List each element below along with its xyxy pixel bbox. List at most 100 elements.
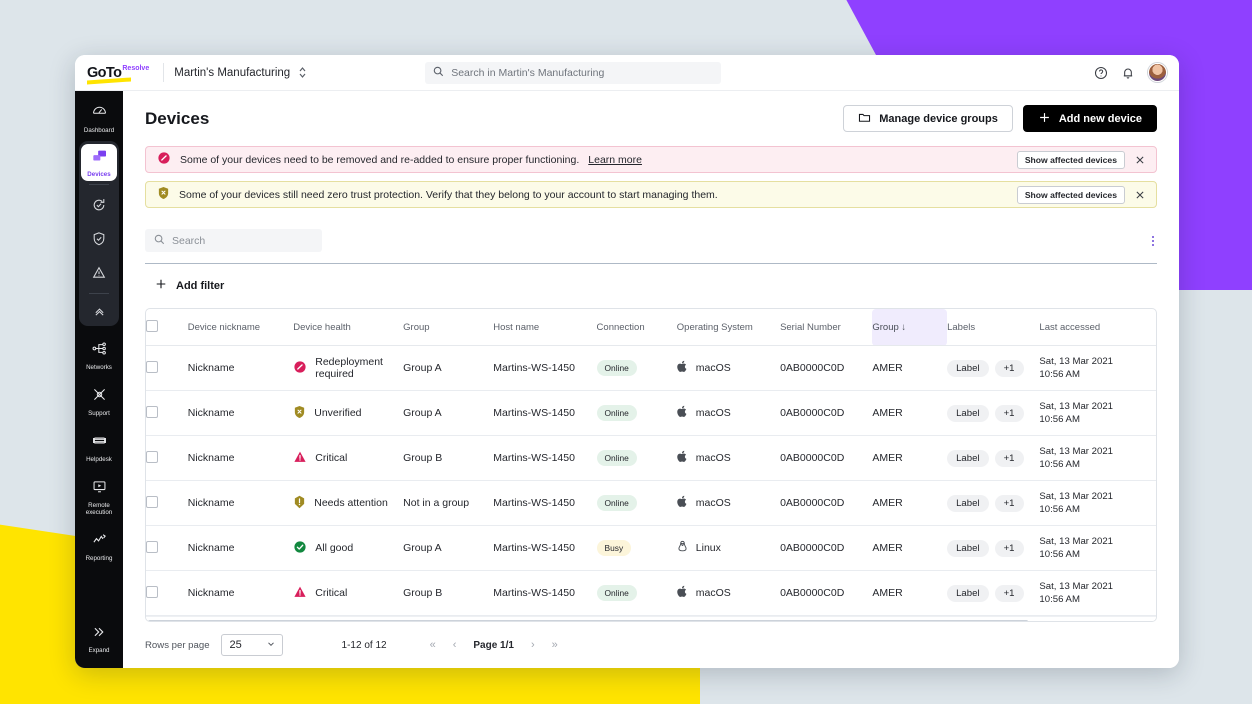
table-row[interactable]: NicknameNeeds attentionNot in a groupMar… — [146, 481, 1156, 526]
label-more-tag[interactable]: +1 — [995, 450, 1024, 467]
row-checkbox[interactable] — [146, 541, 158, 553]
column-header-last-accessed[interactable]: Last accessed — [1039, 309, 1156, 346]
last-accessed-time: 10:56 AM — [1039, 593, 1156, 606]
cell-labels: Label +1 — [947, 481, 1039, 526]
column-header-device-health[interactable]: Device health — [293, 309, 403, 346]
reporting-icon — [91, 531, 108, 553]
label-more-tag[interactable]: +1 — [995, 540, 1024, 557]
column-header-host-name[interactable]: Host name — [493, 309, 596, 346]
rows-per-page-select[interactable]: 25 — [221, 634, 283, 656]
column-header-group[interactable]: Group — [403, 309, 493, 346]
linux-icon — [677, 540, 688, 556]
table-row[interactable]: NicknameAll goodGroup AMartins-WS-1450Bu… — [146, 526, 1156, 571]
cell-group: Group B — [403, 436, 493, 481]
cell-operating-system: macOS — [677, 346, 780, 391]
row-checkbox[interactable] — [146, 361, 158, 373]
label-tag[interactable]: Label — [947, 450, 988, 467]
alert-zero-trust-show-affected-button[interactable]: Show affected devices — [1017, 186, 1125, 204]
table-row[interactable]: NicknameUnverifiedGroup AMartins-WS-1450… — [146, 391, 1156, 436]
notifications-bell-icon[interactable] — [1121, 66, 1135, 80]
help-icon[interactable] — [1094, 66, 1108, 80]
sidebar-item-devices[interactable]: Devices — [81, 144, 117, 181]
sidebar-item-support[interactable]: Support — [77, 381, 121, 421]
cell-connection: Online — [597, 571, 677, 616]
alert-triangle-icon[interactable] — [91, 256, 107, 290]
devices-table: Device nickname Device health Group Host… — [146, 309, 1156, 616]
operating-system-label: macOS — [696, 587, 731, 599]
select-all-checkbox[interactable] — [146, 320, 158, 332]
connection-status-badge: Online — [597, 495, 637, 511]
select-all-header — [146, 309, 188, 346]
alert-redeployment-close-icon[interactable] — [1135, 155, 1147, 165]
first-page-button[interactable]: « — [430, 639, 436, 651]
chevrons-up-icon[interactable] — [92, 297, 107, 321]
label-more-tag[interactable]: +1 — [995, 585, 1024, 602]
row-select-cell — [146, 391, 188, 436]
left-sidebar: Dashboard Devices — [75, 91, 123, 668]
connection-status-badge: Busy — [597, 540, 632, 556]
add-filter-button[interactable]: Add filter — [145, 264, 1157, 308]
cell-host-name: Martins-WS-1450 — [493, 391, 596, 436]
column-header-connection[interactable]: Connection — [597, 309, 677, 346]
label-more-tag[interactable]: +1 — [995, 405, 1024, 422]
alert-redeployment-show-affected-button[interactable]: Show affected devices — [1017, 151, 1125, 169]
cell-labels: Label +1 — [947, 436, 1039, 481]
cell-device-health: All good — [293, 526, 403, 571]
device-health-label: Needs attention — [314, 497, 388, 509]
add-new-device-button[interactable]: Add new device — [1023, 105, 1157, 132]
sidebar-item-remote-execution[interactable]: Remote execution — [77, 473, 121, 520]
label-tag[interactable]: Label — [947, 585, 988, 602]
label-tag[interactable]: Label — [947, 495, 988, 512]
account-switcher-icon[interactable] — [298, 66, 307, 79]
cell-connection: Online — [597, 346, 677, 391]
table-row[interactable]: NicknameRedeployment requiredGroup AMart… — [146, 346, 1156, 391]
column-header-labels[interactable]: Labels — [947, 309, 1039, 346]
apple-icon — [677, 405, 688, 421]
goto-resolve-logo[interactable]: GoTo Resolve — [83, 66, 157, 80]
cell-connection: Online — [597, 481, 677, 526]
next-page-button[interactable]: › — [531, 639, 535, 651]
main-content: Devices Manage device groups — [123, 91, 1179, 668]
column-header-device-nickname[interactable]: Device nickname — [188, 309, 294, 346]
sidebar-item-reporting[interactable]: Reporting — [77, 526, 121, 566]
label-tag[interactable]: Label — [947, 405, 988, 422]
manage-device-groups-button[interactable]: Manage device groups — [843, 105, 1013, 132]
column-header-group-sorted-label: Group — [872, 322, 898, 333]
cell-group-secondary: AMER — [872, 526, 947, 571]
label-tag[interactable]: Label — [947, 360, 988, 377]
last-page-button[interactable]: » — [552, 639, 558, 651]
label-more-tag[interactable]: +1 — [995, 360, 1024, 377]
alert-zero-trust-close-icon[interactable] — [1135, 190, 1147, 200]
label-more-tag[interactable]: +1 — [995, 495, 1024, 512]
cell-device-nickname: Nickname — [188, 526, 294, 571]
row-checkbox[interactable] — [146, 586, 158, 598]
check-circle-icon — [293, 540, 307, 557]
shield-check-icon[interactable] — [91, 222, 107, 256]
sidebar-item-dashboard[interactable]: Dashboard — [77, 98, 121, 138]
page-indicator: Page 1/1 — [473, 640, 514, 651]
refresh-icon[interactable] — [91, 188, 107, 222]
sidebar-item-networks[interactable]: Networks — [77, 335, 121, 375]
apple-icon — [677, 495, 688, 511]
column-header-serial-number[interactable]: Serial Number — [780, 309, 872, 346]
table-options-kebab-icon[interactable] — [1149, 233, 1157, 249]
row-checkbox[interactable] — [146, 451, 158, 463]
cell-group-secondary: AMER — [872, 391, 947, 436]
row-checkbox[interactable] — [146, 406, 158, 418]
cell-group-secondary: AMER — [872, 346, 947, 391]
alert-redeployment-learn-more-link[interactable]: Learn more — [588, 154, 642, 166]
label-tag[interactable]: Label — [947, 540, 988, 557]
sidebar-item-helpdesk[interactable]: Helpdesk — [77, 427, 121, 467]
table-row[interactable]: NicknameCriticalGroup BMartins-WS-1450On… — [146, 571, 1156, 616]
table-row[interactable]: NicknameCriticalGroup BMartins-WS-1450On… — [146, 436, 1156, 481]
global-search-input[interactable]: Search in Martin's Manufacturing — [425, 62, 721, 84]
user-avatar[interactable] — [1148, 63, 1167, 82]
cell-host-name: Martins-WS-1450 — [493, 526, 596, 571]
search-input[interactable]: Search — [145, 229, 322, 252]
cell-host-name: Martins-WS-1450 — [493, 481, 596, 526]
column-header-operating-system[interactable]: Operating System — [677, 309, 780, 346]
sidebar-expand-button[interactable]: Expand — [77, 619, 121, 658]
column-header-group-sorted[interactable]: Group ↓ — [872, 309, 947, 346]
previous-page-button[interactable]: ‹ — [453, 639, 457, 651]
row-checkbox[interactable] — [146, 496, 158, 508]
